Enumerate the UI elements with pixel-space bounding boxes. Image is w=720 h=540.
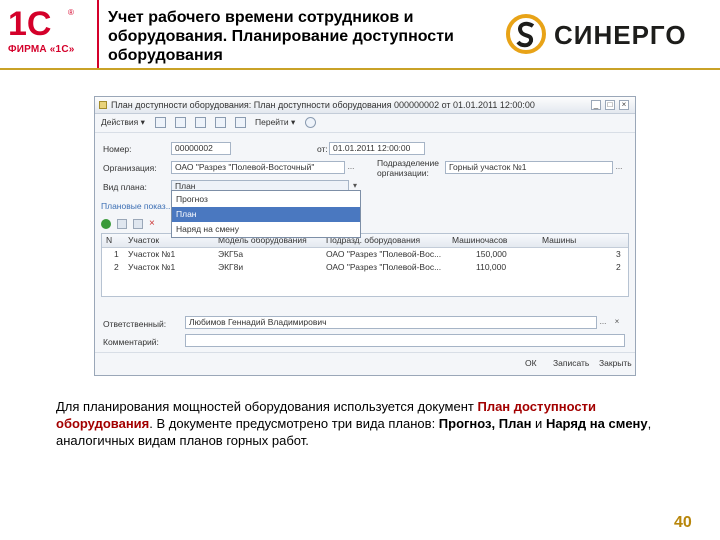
responsible-select-button[interactable]: ... [597, 316, 609, 329]
dropdown-option-plan[interactable]: План [172, 207, 360, 222]
logo-1c-firm: ФИРМА «1С» [8, 44, 75, 55]
table-row[interactable]: 1 Участок №1 ЭКГ5а ОАО "Разрез "Полевой-… [102, 248, 628, 261]
synergo-wordmark: СИНЕРГО [554, 20, 687, 50]
close-icon[interactable]: × [619, 100, 629, 110]
save-button[interactable]: Записать [553, 357, 593, 371]
actions-menu-label: Действия [101, 117, 139, 127]
synergo-s-icon [506, 14, 546, 54]
goto-menu[interactable]: Перейти ▾ [255, 117, 295, 128]
header-divider [97, 0, 99, 68]
clear-icon[interactable]: × [611, 316, 623, 329]
help-icon[interactable] [305, 117, 316, 128]
caption-text: и [531, 416, 546, 431]
row-machine-hours: 110,000 [476, 262, 507, 272]
caption-plan-types: Прогноз, План [438, 416, 532, 431]
plan-table: N Участок Модель оборудования Подразд. о… [101, 233, 629, 297]
comment-label: Комментарий: [103, 337, 159, 347]
subdivision-field[interactable]: Горный участок №1 [445, 161, 613, 174]
column-header[interactable]: Машиночасов [452, 235, 507, 245]
window-title: План доступности оборудования: План дост… [111, 100, 535, 110]
row-model: ЭКГ8и [218, 262, 244, 272]
delete-row-icon[interactable]: × [149, 218, 155, 229]
caption-text: Для планирования мощностей оборудования … [56, 399, 478, 414]
save-icon[interactable] [155, 117, 166, 128]
caption-plan-type-shift: Наряд на смену [545, 416, 648, 431]
row-section: Участок №1 [128, 249, 176, 259]
window-toolbar: Действия ▾ Перейти ▾ [95, 114, 635, 133]
column-header[interactable]: Машины [542, 235, 576, 245]
row-number: 1 [114, 249, 119, 259]
header-rule [0, 68, 720, 70]
close-button[interactable]: Закрыть [599, 357, 633, 371]
ok-button[interactable]: ОК [525, 357, 547, 371]
row-section: Участок №1 [128, 262, 176, 272]
row-machines: 2 [616, 262, 621, 272]
organization-label: Организация: [103, 163, 157, 173]
organization-select-button[interactable]: ... [345, 161, 357, 174]
maximize-icon[interactable]: □ [605, 100, 615, 110]
slide-caption: Для планирования мощностей оборудования … [56, 398, 656, 449]
document-icon [99, 101, 107, 109]
column-header[interactable]: N [106, 235, 112, 245]
plan-type-dropdown: Прогноз План Наряд на смену [171, 190, 361, 238]
window-button-bar: ОК Записать Закрыть [95, 352, 635, 375]
comment-field[interactable] [185, 334, 625, 347]
subdivision-select-button[interactable]: ... [613, 161, 625, 174]
print-icon[interactable] [195, 117, 206, 128]
row-subdivision: ОАО "Разрез "Полевой-Вос... [326, 262, 442, 272]
page-number: 40 [674, 514, 692, 531]
subdivision-label: Подразделение организации: [377, 158, 439, 178]
registered-icon: ® [68, 8, 74, 17]
window-titlebar: План доступности оборудования: План дост… [95, 97, 635, 114]
row-model: ЭКГ5а [218, 249, 244, 259]
dropdown-option-forecast[interactable]: Прогноз [172, 192, 360, 207]
copy-icon[interactable] [215, 117, 226, 128]
plan-type-label: Вид плана: [103, 182, 147, 192]
organization-field[interactable]: ОАО "Разрез "Полевой-Восточный" [171, 161, 345, 174]
column-header[interactable]: Участок [128, 235, 159, 245]
document-window: План доступности оборудования: План дост… [94, 96, 636, 376]
slide-title: Учет рабочего времени сотрудников и обор… [108, 9, 454, 64]
add-row-icon[interactable] [101, 219, 111, 229]
logo-1c: 1С ® ФИРМА «1С» [8, 6, 78, 58]
logo-1c-mark: 1С [8, 5, 52, 43]
responsible-label: Ответственный: [103, 319, 167, 329]
minimize-icon[interactable]: _ [591, 100, 601, 110]
date-field[interactable]: 01.01.2011 12:00:00 [329, 142, 425, 155]
logo-synergo: СИНЕРГО [506, 14, 706, 54]
dropdown-option-shift-order[interactable]: Наряд на смену [172, 222, 360, 237]
number-field[interactable]: 00000002 [171, 142, 231, 155]
responsible-field[interactable]: Любимов Геннадий Владимирович [185, 316, 597, 329]
actions-menu[interactable]: Действия ▾ [101, 117, 145, 128]
caption-text: . В документе предусмотрено три вида пла… [149, 416, 439, 431]
row-machine-hours: 150,000 [476, 249, 507, 259]
edit-row-icon[interactable] [133, 219, 143, 229]
post-icon[interactable] [175, 117, 186, 128]
row-number: 2 [114, 262, 119, 272]
row-machines: 3 [616, 249, 621, 259]
row-subdivision: ОАО "Разрез "Полевой-Вос... [326, 249, 442, 259]
date-label: от: [317, 144, 328, 154]
number-label: Номер: [103, 144, 132, 154]
table-row[interactable]: 2 Участок №1 ЭКГ8и ОАО "Разрез "Полевой-… [102, 261, 628, 274]
tab-plan-indicators[interactable]: Плановые показ... [101, 201, 173, 211]
copy-row-icon[interactable] [117, 219, 127, 229]
refresh-icon[interactable] [235, 117, 246, 128]
goto-menu-label: Перейти [255, 117, 289, 127]
